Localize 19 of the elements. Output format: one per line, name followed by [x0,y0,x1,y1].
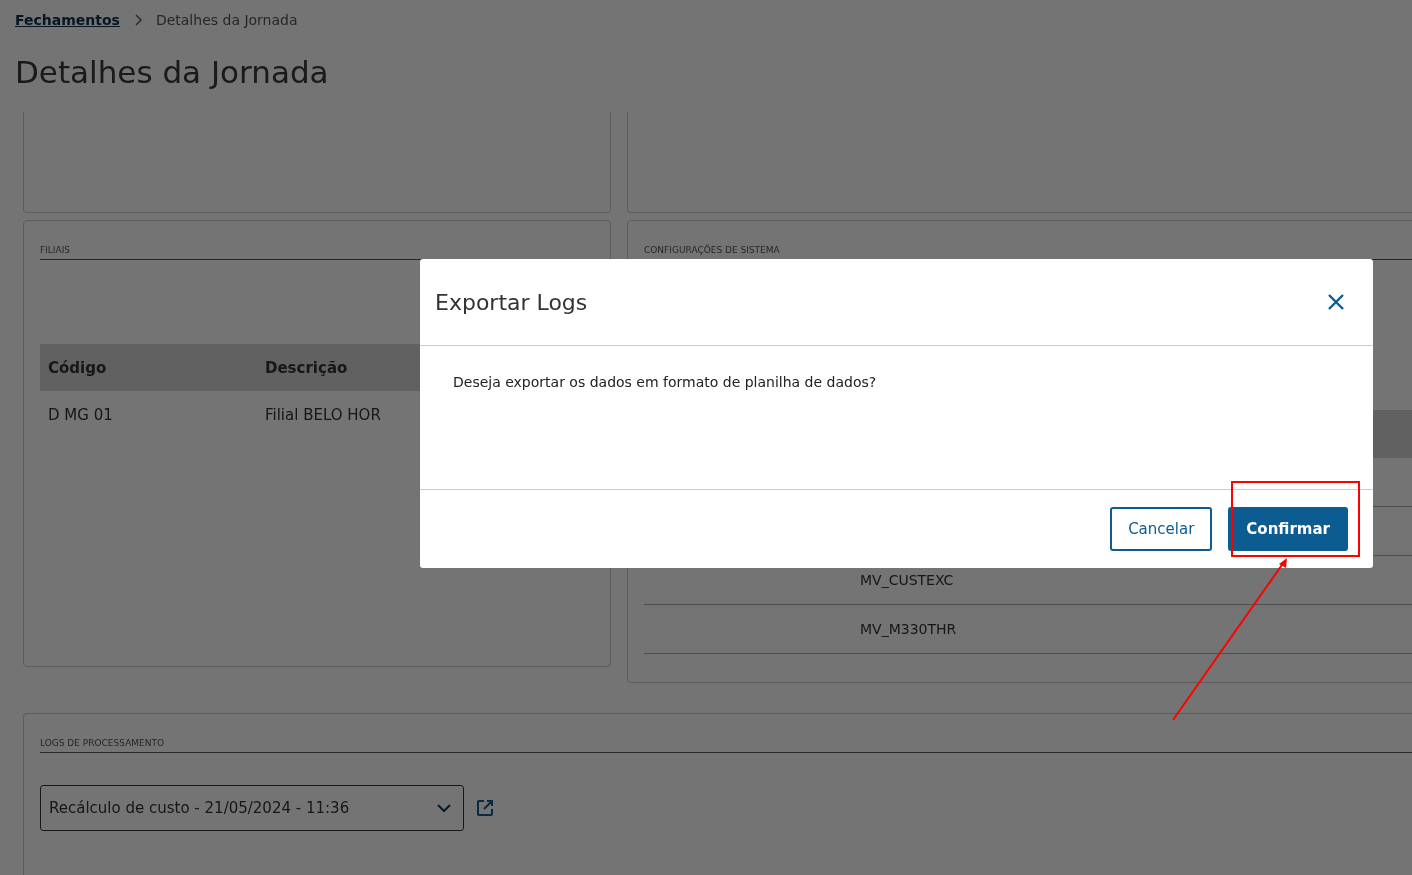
chevron-right-icon [133,14,142,26]
table-cell-text: Filial BELO HOR [264,406,382,424]
log-select[interactable]: Recálculo de custo - 21/05/2024 - 11:36 [40,785,464,831]
column-header: Código [47,358,108,377]
table-cell-text: D MG 01 [47,406,114,424]
table-cell: MV_CUSTEXC [860,572,954,588]
external-link-icon[interactable] [476,799,494,817]
cancel-button[interactable]: Cancelar [1110,507,1213,551]
table-cell: MV_M330THR [860,621,957,637]
dialog-title: Exportar Logs [435,289,588,315]
dialog-message: Deseja exportar os dados em formato de planilha de dados? [453,374,877,390]
page-title: Detalhes da Jornada [15,53,330,92]
confirm-button[interactable]: Confirmar [1228,507,1348,551]
column-header: Descrição [264,358,349,377]
breadcrumb-current: Detalhes da Jornada [155,12,298,28]
chevron-down-icon [437,803,451,813]
breadcrumb-link[interactable]: Fechamentos [15,12,120,28]
section-title: LOGS DE PROCESSAMENTO [40,738,1412,753]
close-icon[interactable] [1327,293,1345,311]
